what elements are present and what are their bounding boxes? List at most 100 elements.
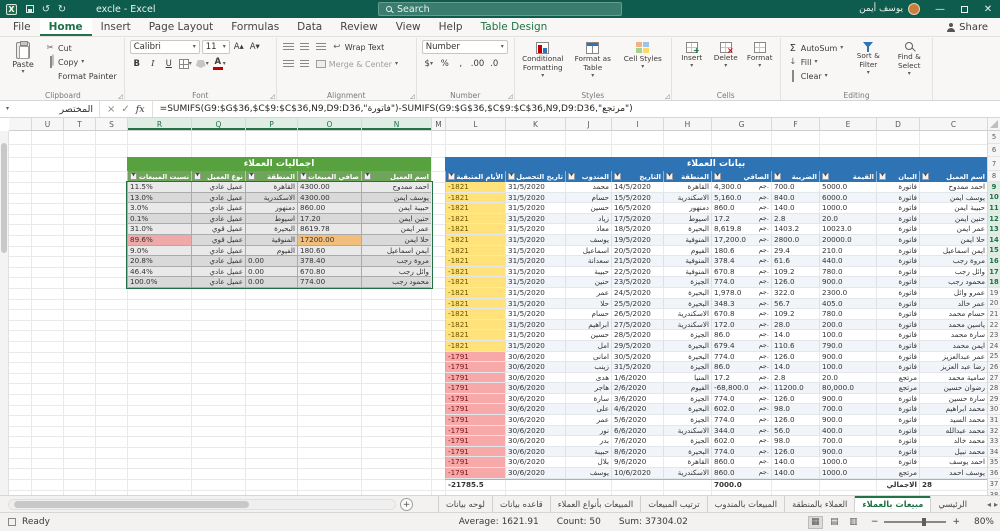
- cell[interactable]: البحيرة: [663, 404, 711, 415]
- cell[interactable]: عمر ايمن: [361, 224, 431, 234]
- cell[interactable]: مرتجع: [876, 372, 919, 383]
- cell[interactable]: البحيرة: [663, 340, 711, 351]
- cell[interactable]: عميل عادي: [191, 213, 245, 224]
- cell[interactable]: عميل قوي: [191, 224, 245, 234]
- sheet-tab[interactable]: المبيعات بأنواع العملاء: [549, 496, 640, 512]
- cell[interactable]: [663, 479, 711, 490]
- find-select-button[interactable]: Find & Select ▾: [891, 40, 927, 89]
- zoom-out-button[interactable]: −: [871, 517, 879, 527]
- cell[interactable]: بلال: [565, 457, 611, 468]
- row-number[interactable]: 30: [988, 405, 1000, 416]
- ribbon-tab-home[interactable]: Home: [39, 18, 92, 36]
- cell[interactable]: 24/5/2020: [611, 287, 663, 298]
- column-letter[interactable]: N: [361, 118, 431, 130]
- cell[interactable]: 344.0 جم.: [711, 425, 771, 436]
- cell[interactable]: فاتورة: [876, 330, 919, 340]
- cell[interactable]: عمر ايمن: [919, 224, 987, 234]
- cell[interactable]: فاتورة: [876, 182, 919, 192]
- worksheet-grid[interactable]: بيانات العملاء اسم العميل ▼ البيان ▼ القيمة ▼ ا…: [9, 131, 987, 495]
- normal-view-button[interactable]: ▦: [807, 515, 823, 529]
- cell[interactable]: 86.0 جم.: [711, 330, 771, 340]
- cell[interactable]: 86.0 جم.: [711, 362, 771, 372]
- cell[interactable]: 2/6/2020: [611, 383, 663, 393]
- cell[interactable]: -1791: [445, 393, 505, 404]
- name-box[interactable]: المختصر ▾: [0, 101, 100, 117]
- row-number[interactable]: 12: [988, 213, 1000, 225]
- cell[interactable]: 20.8%: [127, 256, 191, 266]
- column-letter[interactable]: K: [505, 118, 565, 130]
- tab-scroll-left-icon[interactable]: ◂: [987, 500, 991, 509]
- cell[interactable]: 126.0: [771, 393, 819, 404]
- column-letter[interactable]: C: [919, 118, 987, 130]
- cell[interactable]: 30/6/2020: [505, 393, 565, 404]
- cell[interactable]: رضوان حسين: [919, 383, 987, 393]
- cell[interactable]: 700.0: [771, 182, 819, 192]
- cell[interactable]: فاتورة: [876, 404, 919, 415]
- filter-icon[interactable]: ▼: [714, 173, 721, 180]
- bold-button[interactable]: B: [130, 57, 144, 71]
- cell[interactable]: فاتورة: [876, 224, 919, 234]
- column-header[interactable]: تاريخ التحصيل ▼: [505, 171, 565, 182]
- filter-icon[interactable]: ▼: [248, 173, 255, 180]
- cell[interactable]: مرتجع: [876, 468, 919, 478]
- cell[interactable]: عميل عادي: [191, 277, 245, 287]
- row-number[interactable]: 24: [988, 341, 1000, 352]
- cell[interactable]: 2800.0: [771, 234, 819, 245]
- increase-indent-button[interactable]: [298, 57, 312, 71]
- ribbon-tab-help[interactable]: Help: [430, 18, 472, 36]
- cell[interactable]: نور: [565, 425, 611, 436]
- cell[interactable]: سارة حسين: [919, 393, 987, 404]
- page-layout-view-button[interactable]: ▤: [827, 516, 842, 529]
- dialog-launcher-icon[interactable]: ◿: [118, 93, 123, 100]
- cell[interactable]: -1821: [445, 277, 505, 287]
- filter-icon[interactable]: ▼: [364, 173, 371, 180]
- column-header[interactable]: المنطقة ▼: [245, 171, 297, 182]
- cell[interactable]: -1821: [445, 330, 505, 340]
- cell[interactable]: 31/5/2020: [505, 245, 565, 256]
- cell[interactable]: مروة رجب: [361, 256, 431, 266]
- cell[interactable]: 7000.0: [711, 479, 771, 490]
- row-number[interactable]: 18: [988, 277, 1000, 288]
- cell[interactable]: عميل عادي: [191, 192, 245, 203]
- cell[interactable]: 774.0 جم.: [711, 351, 771, 362]
- cell[interactable]: المنيا: [663, 372, 711, 383]
- filter-icon[interactable]: ▼: [822, 173, 829, 180]
- cell[interactable]: 30/6/2020: [505, 457, 565, 468]
- cell[interactable]: 28: [919, 479, 987, 490]
- ribbon-tab-data[interactable]: Data: [288, 18, 331, 36]
- cell[interactable]: عمر عبدالعزيز: [919, 351, 987, 362]
- zoom-level[interactable]: 80%: [968, 517, 994, 527]
- cell[interactable]: فاتورة: [876, 266, 919, 277]
- cell[interactable]: -1791: [445, 383, 505, 393]
- cell[interactable]: [611, 479, 663, 490]
- cell[interactable]: حنين ايمن: [919, 213, 987, 224]
- cell[interactable]: البحيرة: [663, 298, 711, 309]
- cell[interactable]: 19/5/2020: [611, 234, 663, 245]
- cell[interactable]: 7/6/2020: [611, 436, 663, 446]
- row-number[interactable]: 20: [988, 299, 1000, 310]
- format-cells-button[interactable]: Format ▾: [745, 40, 775, 89]
- cell[interactable]: فاتورة: [876, 256, 919, 266]
- cell[interactable]: -1821: [445, 319, 505, 330]
- cell[interactable]: فاتورة: [876, 425, 919, 436]
- cell[interactable]: 602.0 جم.: [711, 436, 771, 446]
- cell[interactable]: فاتورة: [876, 245, 919, 256]
- ribbon-tab-file[interactable]: File: [4, 18, 40, 36]
- cell[interactable]: بدر: [565, 436, 611, 446]
- cell[interactable]: المنوفية: [245, 234, 297, 245]
- filter-icon[interactable]: ▼: [300, 173, 307, 180]
- cell[interactable]: 30/6/2020: [505, 404, 565, 415]
- filter-icon[interactable]: ▼: [666, 173, 673, 180]
- italic-button[interactable]: I: [146, 57, 160, 71]
- cell[interactable]: 1403.2: [771, 224, 819, 234]
- sheet-tab[interactable]: لوحه بيانات: [437, 496, 492, 512]
- filter-icon[interactable]: ▼: [614, 173, 621, 180]
- cell[interactable]: القاهرة: [663, 457, 711, 468]
- grow-font-button[interactable]: A▴: [232, 40, 246, 54]
- cell[interactable]: القاهرة: [663, 182, 711, 192]
- cell[interactable]: الاسكندرية: [663, 425, 711, 436]
- row-number[interactable]: 15: [988, 245, 1000, 257]
- cell[interactable]: 602.0 جم.: [711, 404, 771, 415]
- save-icon[interactable]: [22, 2, 38, 16]
- filter-icon[interactable]: ▼: [194, 173, 201, 180]
